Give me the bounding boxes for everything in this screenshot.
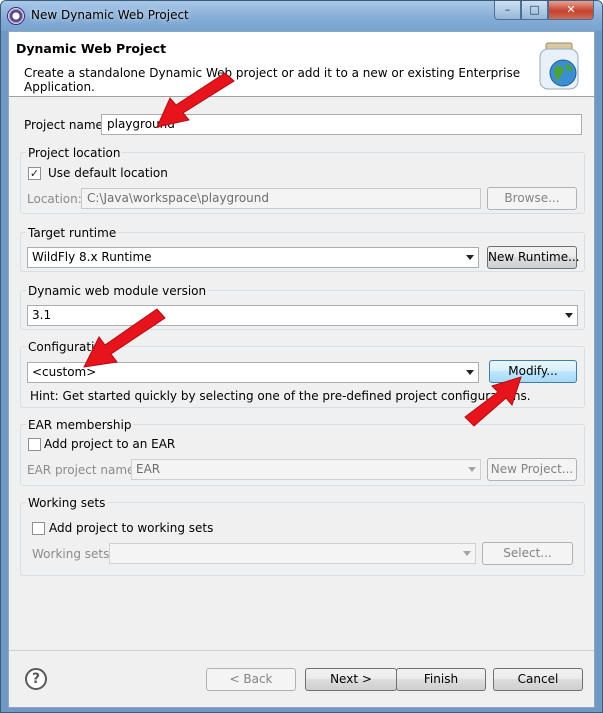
working-sets-title: Working sets xyxy=(26,496,108,510)
dropdown-arrow-icon xyxy=(463,551,471,556)
wizard-header: Dynamic Web Project Create a standalone … xyxy=(9,32,594,97)
jar-globe-icon xyxy=(539,42,579,90)
window-title: New Dynamic Web Project xyxy=(31,8,189,22)
project-name-label: Project name: xyxy=(24,118,107,132)
dropdown-arrow-icon xyxy=(466,370,474,375)
dropdown-arrow-icon xyxy=(468,467,476,472)
use-default-location-checkbox[interactable]: ✓ xyxy=(28,167,41,180)
dialog-window: New Dynamic Web Project – □ ✕ Dynamic We… xyxy=(0,0,603,713)
configuration-title: Configuration xyxy=(26,340,112,354)
location-label: Location: xyxy=(27,192,82,206)
add-to-ear-label: Add project to an EAR xyxy=(44,437,176,451)
close-button[interactable]: ✕ xyxy=(548,1,594,20)
title-bar[interactable]: New Dynamic Web Project – □ ✕ xyxy=(1,1,602,31)
minimize-button[interactable]: – xyxy=(494,1,521,20)
finish-button[interactable]: Finish xyxy=(396,668,486,691)
configuration-select[interactable]: <custom> xyxy=(27,362,479,383)
working-sets-label: Working sets: xyxy=(32,547,114,561)
wizard-title: Dynamic Web Project xyxy=(16,41,167,56)
ear-project-name-value: EAR xyxy=(136,462,161,476)
help-icon[interactable]: ? xyxy=(25,668,47,690)
ear-membership-title: EAR membership xyxy=(26,418,134,432)
next-button[interactable]: Next > xyxy=(305,668,397,691)
configuration-hint: Hint: Get started quickly by selecting o… xyxy=(30,389,531,403)
web-module-version-select[interactable]: 3.1 xyxy=(27,305,578,326)
maximize-icon: □ xyxy=(529,3,540,16)
target-runtime-title: Target runtime xyxy=(26,226,119,240)
location-input[interactable]: C:\Java\workspace\playground xyxy=(81,188,481,209)
minimize-icon: – xyxy=(504,3,511,16)
new-runtime-button[interactable]: New Runtime... xyxy=(487,246,580,269)
add-to-working-sets-label: Add project to working sets xyxy=(49,521,214,535)
footer-separator xyxy=(9,650,594,651)
add-to-working-sets-checkbox[interactable] xyxy=(32,522,45,535)
project-location-title: Project location xyxy=(26,146,123,160)
back-button[interactable]: < Back xyxy=(206,668,296,691)
use-default-location-label: Use default location xyxy=(48,166,168,180)
select-button[interactable]: Select... xyxy=(482,542,573,565)
cancel-button[interactable]: Cancel xyxy=(493,668,583,691)
configuration-value: <custom> xyxy=(32,365,97,379)
ear-project-name-label: EAR project name: xyxy=(27,463,139,477)
dropdown-arrow-icon xyxy=(565,313,573,318)
modify-button[interactable]: Modify... xyxy=(489,360,577,383)
maximize-button[interactable]: □ xyxy=(521,1,548,20)
add-to-ear-checkbox[interactable] xyxy=(28,438,41,451)
working-sets-select[interactable] xyxy=(109,543,476,564)
close-icon: ✕ xyxy=(566,3,576,16)
web-module-version-value: 3.1 xyxy=(32,308,52,322)
web-module-version-title: Dynamic web module version xyxy=(26,284,209,298)
wizard-description: Create a standalone Dynamic Web project … xyxy=(24,66,521,94)
browse-button[interactable]: Browse... xyxy=(487,187,577,210)
eclipse-icon xyxy=(7,7,25,25)
project-name-input[interactable]: playground xyxy=(101,114,582,135)
ear-project-name-select[interactable]: EAR xyxy=(131,459,481,480)
dialog-client-area: Dynamic Web Project Create a standalone … xyxy=(8,31,595,708)
dropdown-arrow-icon xyxy=(466,255,474,260)
target-runtime-value: WildFly 8.x Runtime xyxy=(32,250,152,264)
target-runtime-select[interactable]: WildFly 8.x Runtime xyxy=(27,247,479,268)
new-project-button[interactable]: New Project... xyxy=(487,458,577,481)
checkmark-icon: ✓ xyxy=(29,167,40,180)
